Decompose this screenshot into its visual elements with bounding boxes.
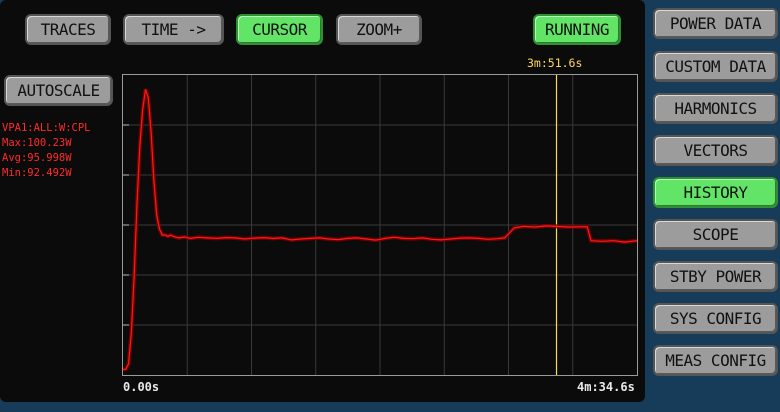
max-stat: Max:100.23W bbox=[2, 137, 72, 149]
time-button[interactable]: TIME -> bbox=[123, 14, 224, 45]
zoom-button[interactable]: ZOOM+ bbox=[336, 14, 422, 45]
x-axis-start-label: 0.00s bbox=[123, 380, 160, 394]
min-stat: Min:92.492W bbox=[2, 167, 72, 179]
cursor-button[interactable]: CURSOR bbox=[236, 14, 323, 45]
channel-label: VPA1:ALL:W:CPL bbox=[2, 122, 91, 134]
harmonics-button[interactable]: HARMONICS bbox=[653, 93, 778, 124]
sys-config-button[interactable]: SYS CONFIG bbox=[653, 303, 778, 334]
traces-button[interactable]: TRACES bbox=[25, 14, 111, 45]
x-axis-end-label: 4m:34.6s bbox=[577, 380, 635, 394]
history-button[interactable]: HISTORY bbox=[653, 177, 778, 208]
running-button[interactable]: RUNNING bbox=[533, 14, 621, 45]
meas-config-button[interactable]: MEAS CONFIG bbox=[653, 345, 778, 376]
cursor-time-label: 3m:51.6s bbox=[527, 56, 583, 70]
avg-stat: Avg:95.998W bbox=[2, 152, 72, 164]
power-data-button[interactable]: POWER DATA bbox=[653, 8, 778, 39]
scope-button[interactable]: SCOPE bbox=[653, 219, 778, 250]
plot-canvas bbox=[123, 75, 637, 375]
custom-data-button[interactable]: CUSTOM DATA bbox=[653, 51, 778, 82]
autoscale-button[interactable]: AUTOSCALE bbox=[4, 75, 113, 106]
history-plot[interactable] bbox=[122, 74, 638, 376]
stby-power-button[interactable]: STBY POWER bbox=[653, 261, 778, 292]
vectors-button[interactable]: VECTORS bbox=[653, 135, 778, 166]
